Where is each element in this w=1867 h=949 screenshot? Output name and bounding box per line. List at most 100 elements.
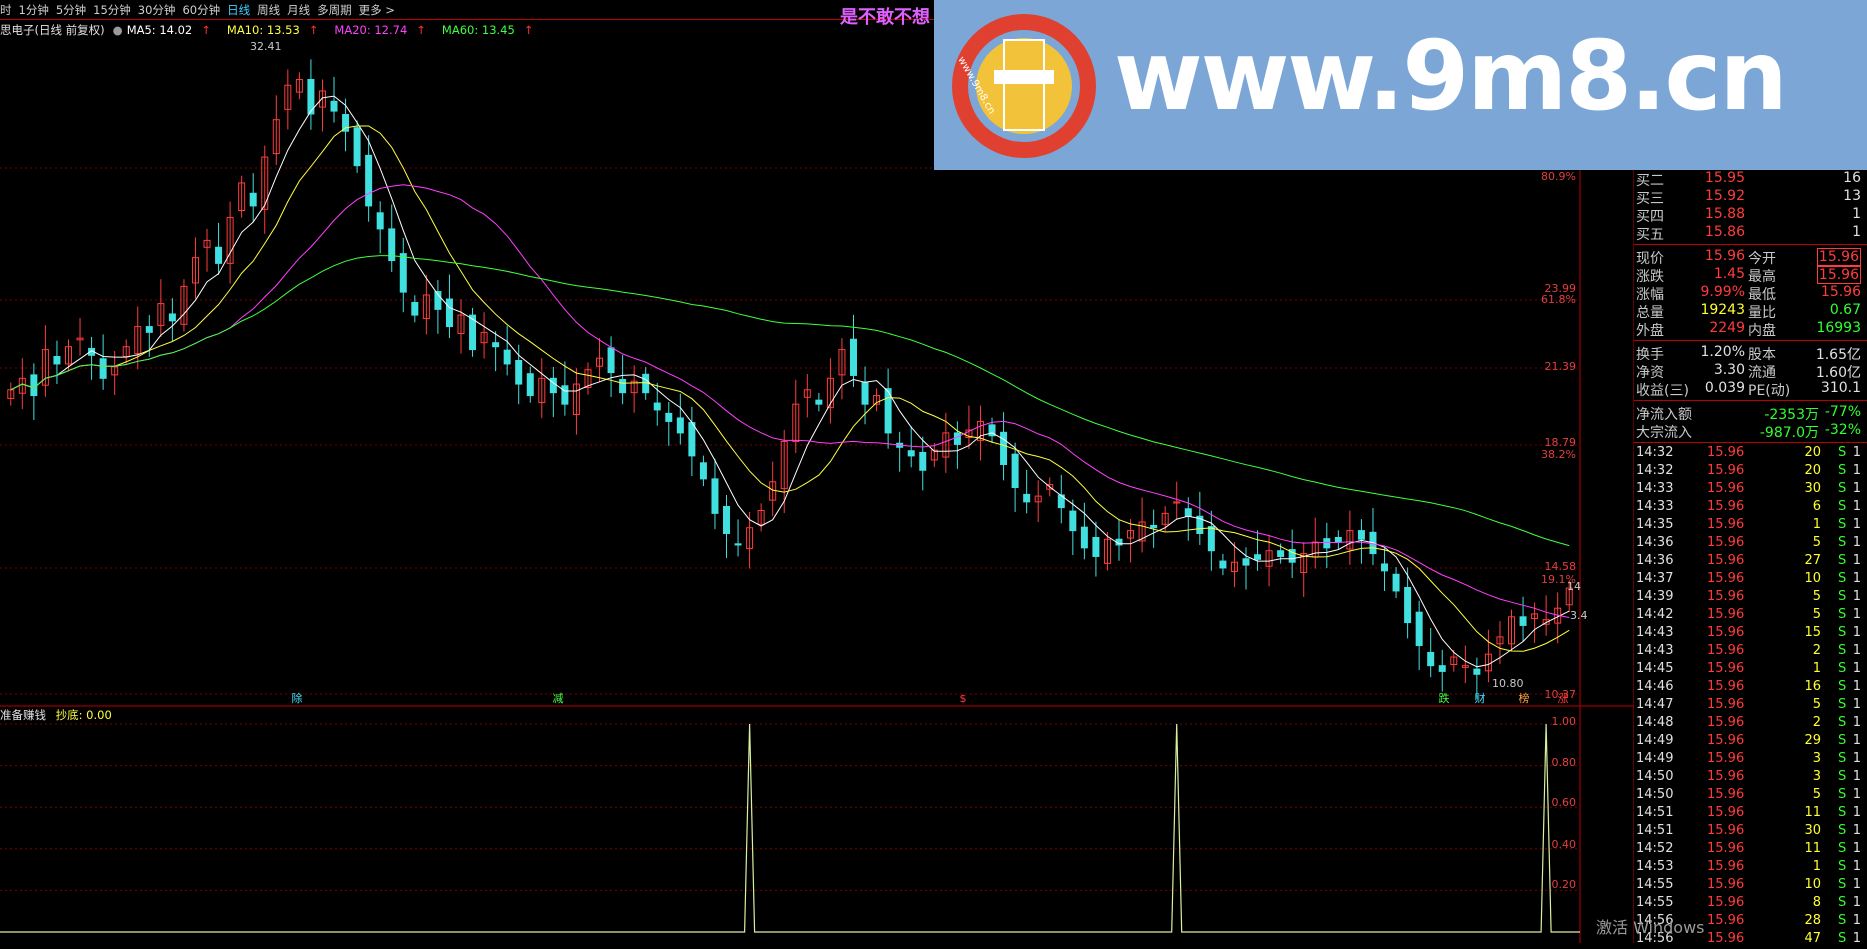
tick-time: 14:33 <box>1636 499 1674 514</box>
bid-price: 15.86 <box>1704 224 1745 240</box>
tick-count: 1 <box>1852 697 1861 712</box>
event-marker: 除 <box>292 691 303 705</box>
tick-price: 15.96 <box>1707 733 1745 748</box>
tick-row: 14:51 15.96 11 S 1 <box>1634 805 1867 823</box>
candle-body <box>907 450 915 457</box>
tick-volume: 10 <box>1804 571 1821 586</box>
tick-count: 1 <box>1852 517 1861 532</box>
tick-price: 15.96 <box>1707 769 1745 784</box>
candle-body <box>1357 530 1365 540</box>
tick-count: 1 <box>1852 643 1861 658</box>
quote-divider <box>1634 340 1867 341</box>
stat-value: 19243 <box>1700 302 1745 318</box>
tick-price: 15.96 <box>1707 535 1745 550</box>
candle-body <box>53 355 61 365</box>
tick-side: S <box>1838 733 1847 748</box>
stat-label: 外盘 <box>1636 323 1664 339</box>
bid-price: 15.92 <box>1704 188 1745 204</box>
stat-row: 涨跌 1.45 最高 15.96 <box>1634 266 1867 285</box>
ma60-line <box>10 255 1570 547</box>
candle-body <box>1404 587 1412 624</box>
stat-label: 涨跌 <box>1636 269 1664 285</box>
event-marker: 跌 <box>1439 691 1450 705</box>
bid-volume: 1 <box>1852 206 1861 222</box>
tick-row: 14:42 15.96 5 S 1 <box>1634 607 1867 625</box>
candle-body <box>30 374 38 397</box>
event-marker: $ <box>960 692 967 705</box>
tick-volume: 28 <box>1804 913 1821 928</box>
tick-volume: 1 <box>1812 661 1821 676</box>
tick-time: 14:39 <box>1636 589 1674 604</box>
watermark-banner: www.9m8.cn www.9m8.cn <box>934 0 1867 170</box>
tick-volume: 11 <box>1804 805 1821 820</box>
tick-side: S <box>1838 823 1847 838</box>
tick-row: 14:32 15.96 20 S 1 <box>1634 445 1867 463</box>
candle-body <box>249 192 257 207</box>
tick-time: 14:49 <box>1636 751 1674 766</box>
bid-price: 15.88 <box>1704 206 1745 222</box>
tick-volume: 2 <box>1812 643 1821 658</box>
tick-time: 14:36 <box>1636 553 1674 568</box>
candle-body <box>1519 616 1527 626</box>
tick-count: 1 <box>1852 769 1861 784</box>
indicator-tick: 0.60 <box>1552 796 1577 809</box>
tick-count: 1 <box>1852 571 1861 586</box>
bid-label: 买二 <box>1636 173 1664 189</box>
tick-time: 14:55 <box>1636 895 1674 910</box>
tick-price: 15.96 <box>1707 787 1745 802</box>
tick-volume: 5 <box>1812 697 1821 712</box>
candle-body <box>1392 573 1400 592</box>
indicator-tick: 0.40 <box>1552 838 1577 851</box>
tick-time: 14:35 <box>1636 517 1674 532</box>
tick-count: 1 <box>1852 445 1861 460</box>
tick-count: 1 <box>1852 481 1861 496</box>
fund-value: 1.20% <box>1700 344 1745 360</box>
price-annotation: 32.41 <box>250 40 282 53</box>
tick-time: 14:50 <box>1636 769 1674 784</box>
tick-side: S <box>1838 481 1847 496</box>
bid-label: 买四 <box>1636 209 1664 225</box>
bid-price: 15.95 <box>1704 170 1745 186</box>
candle-body <box>1334 537 1342 543</box>
tick-side: S <box>1838 535 1847 550</box>
tick-price: 15.96 <box>1707 877 1745 892</box>
tick-row: 14:49 15.96 29 S 1 <box>1634 733 1867 751</box>
fund-value: 310.1 <box>1820 380 1861 396</box>
candle-body <box>1069 510 1077 532</box>
candle-body <box>1092 537 1100 557</box>
tick-time: 14:32 <box>1636 445 1674 460</box>
bid-row: 买四 15.88 1 <box>1634 206 1867 225</box>
flow-value: -2353万 <box>1764 407 1819 423</box>
candle-body <box>861 381 869 405</box>
tick-side: S <box>1838 841 1847 856</box>
event-marker: 财 <box>1475 691 1486 705</box>
price-tick: 21.39 <box>1545 360 1577 373</box>
tick-volume: 3 <box>1812 751 1821 766</box>
candle-body <box>688 422 696 457</box>
tick-count: 1 <box>1852 679 1861 694</box>
fund-value: 1.65亿 <box>1815 347 1861 363</box>
candle-body <box>1219 560 1227 569</box>
candle-body <box>653 402 661 411</box>
logo-icon <box>952 14 1096 158</box>
price-annotation: 14 <box>1567 580 1581 593</box>
event-markers: 除 减 $ 跌 财 榜 涨 <box>292 691 1569 705</box>
price-tick: 61.8% <box>1541 293 1576 306</box>
stat-label: 今开 <box>1748 251 1776 267</box>
candle-body <box>399 253 407 293</box>
tick-row: 14:39 15.96 5 S 1 <box>1634 589 1867 607</box>
candle-body <box>1023 493 1031 503</box>
fund-value: 0.039 <box>1704 380 1745 396</box>
tick-time: 14:52 <box>1636 841 1674 856</box>
fund-value: 1.60亿 <box>1815 365 1861 381</box>
tick-count: 1 <box>1852 733 1861 748</box>
flow-label: 大宗流入 <box>1636 425 1692 441</box>
tick-count: 1 <box>1852 751 1861 766</box>
tick-row: 14:32 15.96 20 S 1 <box>1634 463 1867 481</box>
ma-lines <box>10 95 1570 668</box>
candle-body <box>1184 508 1192 517</box>
flow-pct: -77% <box>1824 404 1861 420</box>
candle-body <box>1207 526 1215 552</box>
tick-count: 1 <box>1852 823 1861 838</box>
tick-volume: 47 <box>1804 931 1821 946</box>
